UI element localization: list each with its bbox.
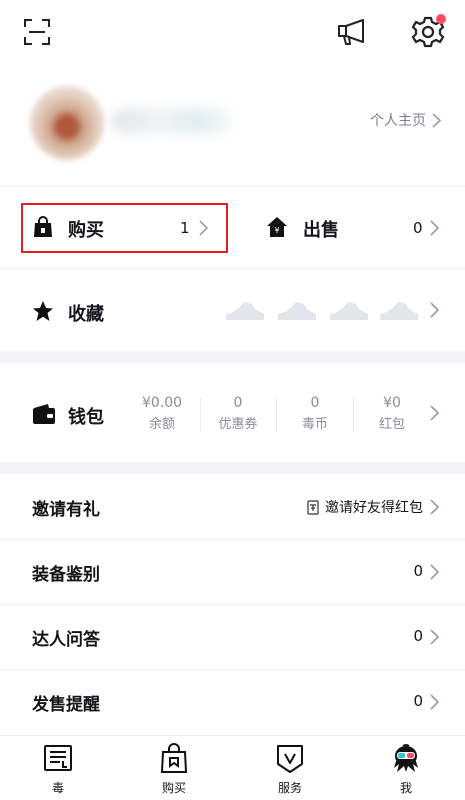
menu-item-value: 0	[413, 692, 423, 710]
chevron-right-icon	[430, 499, 440, 515]
tab-du[interactable]: 毒	[28, 736, 88, 800]
menu-item-label: 装备鉴别	[32, 565, 100, 585]
chevron-right-icon	[430, 564, 440, 580]
shoe-placeholder-icon	[226, 302, 264, 320]
sell-count: 0	[413, 219, 423, 237]
wallet-coupons-value: 0	[233, 395, 243, 411]
wallet-red-packet-value: ¥0	[383, 395, 401, 411]
chevron-right-icon	[430, 220, 440, 236]
tab-label: 购买	[161, 781, 186, 795]
star-icon	[33, 301, 53, 321]
invite-hint-text: 邀请好友得红包	[325, 500, 423, 516]
buy-label: 购买	[68, 220, 104, 241]
house-sell-icon: ¥	[267, 217, 287, 237]
wallet-coupons-name: 优惠券	[218, 417, 258, 432]
wallet-coupons[interactable]: 0 优惠券	[200, 394, 276, 434]
tab-service[interactable]: 服务	[260, 736, 320, 800]
wallet-coins-name: 毒币	[301, 417, 328, 432]
menu-item-value: 0	[413, 627, 423, 645]
tab-me[interactable]: 我	[376, 736, 436, 800]
menu-item-label: 邀请有礼	[32, 500, 100, 520]
menu-item-value: 0	[413, 562, 423, 580]
profile-header[interactable]: 个人主页	[0, 76, 465, 186]
chevron-right-icon	[430, 405, 440, 421]
chevron-right-icon	[199, 220, 209, 236]
shopping-bag-icon	[160, 743, 188, 773]
wallet-icon	[33, 404, 55, 424]
chevron-right-icon	[430, 302, 440, 318]
homepage-label: 个人主页	[370, 113, 426, 129]
section-gap	[0, 462, 465, 474]
sell-label: 出售	[303, 220, 339, 241]
tab-label: 服务	[277, 781, 302, 795]
favorites-label: 收藏	[68, 304, 104, 325]
gift-tag-icon	[307, 499, 319, 515]
shoe-placeholder-icon	[278, 302, 316, 320]
newspaper-icon	[44, 745, 72, 771]
scan-icon[interactable]	[24, 19, 50, 45]
megaphone-icon[interactable]	[336, 17, 368, 47]
tab-label: 我	[399, 781, 412, 795]
chevron-right-icon	[430, 629, 440, 645]
svg-text:¥: ¥	[274, 226, 279, 235]
top-bar	[0, 0, 465, 70]
shoe-placeholder-icon	[330, 302, 368, 320]
section-gap	[0, 351, 465, 363]
wallet-balance-value: ¥0.00	[141, 395, 183, 411]
shoe-placeholder-icon	[380, 302, 418, 320]
username-blurred	[112, 108, 232, 134]
bottom-tab-bar: 毒 购买 服务 我	[0, 735, 465, 800]
wallet-red-packet-name: 红包	[378, 417, 405, 432]
menu-item-release-reminder[interactable]: 发售提醒 0	[0, 670, 465, 734]
shield-v-icon	[277, 745, 303, 773]
chevron-right-icon	[430, 694, 440, 710]
avatar[interactable]	[30, 86, 104, 160]
wallet-red-packet[interactable]: ¥0 红包	[354, 394, 430, 434]
tab-label: 毒	[51, 781, 64, 795]
menu-item-label: 发售提醒	[32, 695, 100, 715]
wallet-coins[interactable]: 0 毒币	[277, 394, 353, 434]
divider	[0, 186, 465, 187]
menu-item-invite[interactable]: 邀请有礼 邀请好友得红包	[0, 475, 465, 539]
avatar-mascot-icon	[394, 744, 418, 772]
wallet-coins-value: 0	[310, 395, 320, 411]
divider	[0, 268, 465, 269]
tab-buy[interactable]: 购买	[144, 736, 204, 800]
menu-item-authentication[interactable]: 装备鉴别 0	[0, 540, 465, 604]
wallet-label: 钱包	[68, 407, 104, 428]
buy-count: 1	[180, 219, 190, 237]
homepage-link[interactable]: 个人主页	[370, 110, 441, 130]
invite-hint: 邀请好友得红包	[307, 497, 423, 517]
menu-item-expert-qa[interactable]: 达人问答 0	[0, 605, 465, 669]
wallet-balance[interactable]: ¥0.00 余额	[124, 394, 200, 434]
chevron-right-icon	[432, 112, 441, 128]
wallet-balance-name: 余额	[148, 417, 175, 432]
notification-dot	[436, 14, 446, 24]
menu-item-label: 达人问答	[32, 630, 100, 650]
shopping-bag-icon	[34, 216, 52, 237]
